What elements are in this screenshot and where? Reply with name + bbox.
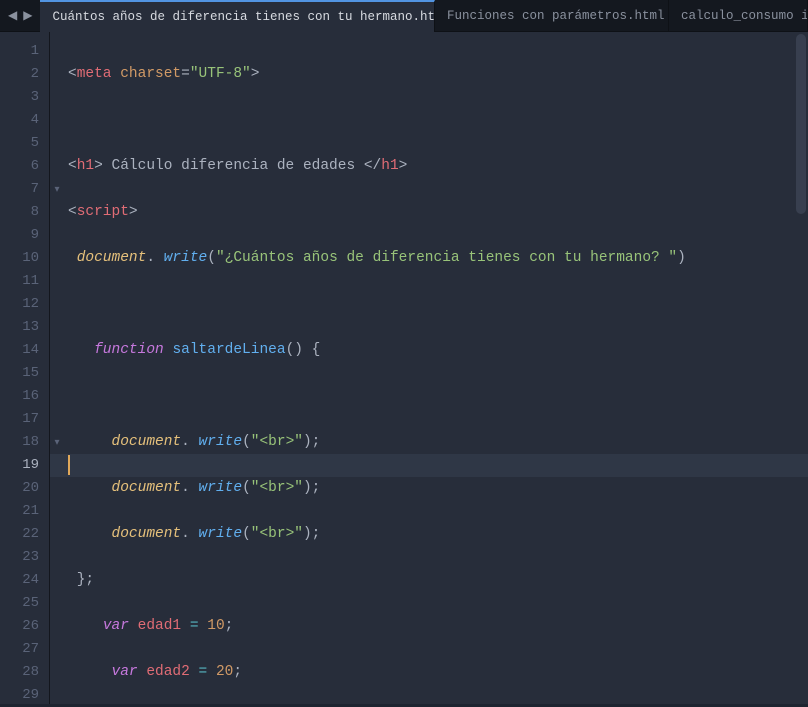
line-number: 8 xyxy=(0,201,39,224)
line-number: 4 xyxy=(0,109,39,132)
line-number: 27 xyxy=(0,638,39,661)
tab-active[interactable]: Cuántos años de diferencia tienes con tu… xyxy=(40,0,435,32)
tab-item[interactable]: calculo_consumo i xyxy=(669,0,808,32)
tab-item[interactable]: Funciones con parámetros.html × xyxy=(435,0,669,32)
line-number: 13 xyxy=(0,316,39,339)
tab-bar: ◀ ▶ Cuántos años de diferencia tienes co… xyxy=(0,0,808,32)
line-number: 24 xyxy=(0,569,39,592)
line-number: 17 xyxy=(0,408,39,431)
line-number: 10 xyxy=(0,247,39,270)
tab-label: Cuántos años de diferencia tienes con tu… xyxy=(52,10,435,24)
line-number: 22 xyxy=(0,523,39,546)
tab-next-button[interactable]: ▶ xyxy=(23,8,32,23)
tab-label: calculo_consumo i xyxy=(681,9,808,23)
line-number: 26 xyxy=(0,615,39,638)
line-number: 28 xyxy=(0,661,39,684)
line-number: 16 xyxy=(0,385,39,408)
line-number: 12 xyxy=(0,293,39,316)
vertical-scrollbar[interactable] xyxy=(796,34,806,214)
line-number: 7 xyxy=(0,178,39,201)
tab-label: Funciones con parámetros.html xyxy=(447,9,665,23)
line-number: 5 xyxy=(0,132,39,155)
line-number: 2 xyxy=(0,63,39,86)
line-gutter: 1234567891011121314151617181920212223242… xyxy=(0,32,50,704)
line-number: 9 xyxy=(0,224,39,247)
line-number: 11 xyxy=(0,270,39,293)
line-number: 21 xyxy=(0,500,39,523)
line-number: 23 xyxy=(0,546,39,569)
code-area[interactable]: ▾ ▾ <meta charset="UTF-8"> <h1> Cálculo … xyxy=(50,32,808,704)
line-number: 25 xyxy=(0,592,39,615)
line-number: 1 xyxy=(0,40,39,63)
code-editor[interactable]: 1234567891011121314151617181920212223242… xyxy=(0,32,808,704)
line-number: 20 xyxy=(0,477,39,500)
tab-prev-button[interactable]: ◀ xyxy=(8,8,17,23)
line-number: 3 xyxy=(0,86,39,109)
line-number: 14 xyxy=(0,339,39,362)
tab-nav: ◀ ▶ xyxy=(0,8,40,23)
line-number: 18 xyxy=(0,431,39,454)
line-number: 19 xyxy=(0,454,39,477)
line-number: 15 xyxy=(0,362,39,385)
line-number: 6 xyxy=(0,155,39,178)
code-lines[interactable]: <meta charset="UTF-8"> <h1> Cálculo dife… xyxy=(50,40,808,704)
